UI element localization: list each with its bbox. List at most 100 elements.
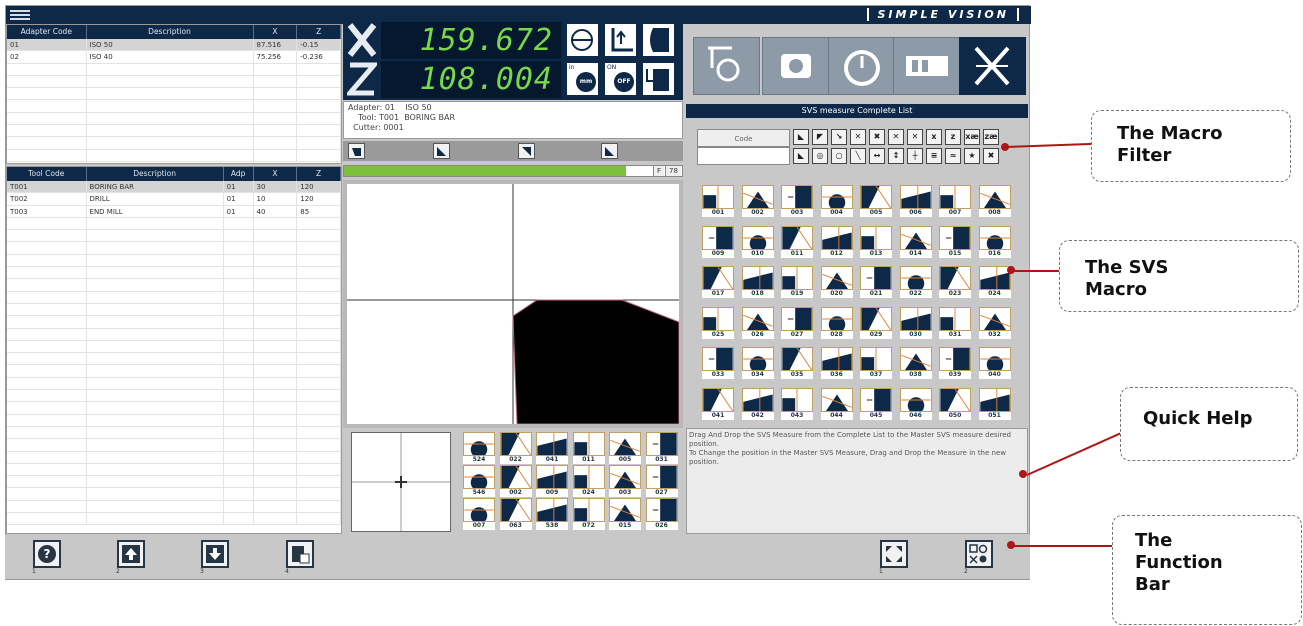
filter-diagonal-icon[interactable]: ╲ bbox=[850, 148, 866, 164]
fullscreen-button[interactable]: 1 bbox=[879, 540, 908, 575]
master-macro-item[interactable]: 063 bbox=[499, 498, 532, 530]
filter-cross-down-icon[interactable]: ✕ bbox=[907, 129, 923, 145]
master-macro-item[interactable]: 002 bbox=[499, 465, 532, 497]
master-macro-item[interactable]: 546 bbox=[463, 465, 495, 497]
svs-macro-item[interactable]: 024 bbox=[978, 266, 1011, 298]
film-category-icon[interactable] bbox=[893, 37, 960, 95]
svs-macro-item[interactable]: 018 bbox=[741, 266, 774, 298]
svs-macro-item[interactable]: 029 bbox=[860, 306, 892, 339]
svs-macro-item[interactable]: 008 bbox=[978, 185, 1011, 217]
svs-macro-item[interactable]: 005 bbox=[860, 185, 892, 217]
filter-tool-icon[interactable]: ◣ bbox=[793, 148, 809, 164]
mini-crosshair-view[interactable] bbox=[351, 432, 451, 532]
camera-category-icon[interactable] bbox=[762, 37, 829, 95]
master-macro-item[interactable]: 041 bbox=[536, 432, 568, 464]
svs-macro-item[interactable]: 002 bbox=[741, 185, 774, 217]
svs-macro-item[interactable]: 050 bbox=[939, 387, 971, 420]
svs-macro-item[interactable]: 004 bbox=[820, 185, 853, 217]
column-header[interactable]: X bbox=[254, 25, 298, 39]
units-toggle-button[interactable]: in mm bbox=[565, 61, 600, 97]
svs-macro-item[interactable]: 025 bbox=[702, 306, 734, 339]
filter-circle-icon[interactable]: ◎ bbox=[812, 148, 828, 164]
filter-steps-icon[interactable]: ≈ bbox=[945, 148, 961, 164]
cutter-2-icon[interactable] bbox=[433, 143, 450, 159]
master-macro-item[interactable]: 007 bbox=[463, 498, 495, 530]
filter-delete-icon[interactable]: ✖ bbox=[983, 148, 999, 164]
filter-star-icon[interactable]: ★ bbox=[964, 148, 980, 164]
master-macro-item[interactable]: 027 bbox=[645, 465, 678, 497]
svs-macro-item[interactable]: 036 bbox=[820, 347, 853, 379]
svs-macro-item[interactable]: 033 bbox=[702, 347, 734, 379]
master-macro-item[interactable]: 026 bbox=[645, 498, 678, 530]
svs-macro-item[interactable]: 012 bbox=[820, 225, 853, 258]
filter-x-icon[interactable]: x bbox=[926, 129, 942, 145]
svs-macro-item[interactable]: 040 bbox=[978, 347, 1011, 379]
svs-macro-item[interactable]: 016 bbox=[978, 225, 1011, 258]
svs-macro-item[interactable]: 041 bbox=[702, 387, 734, 420]
xz-macro-category-icon[interactable] bbox=[959, 37, 1026, 95]
cutter-3-icon[interactable] bbox=[518, 143, 535, 159]
svs-macro-item[interactable]: 034 bbox=[741, 347, 774, 379]
column-header[interactable]: Tool Code bbox=[7, 167, 87, 181]
svs-macro-item[interactable]: 017 bbox=[702, 266, 734, 298]
filter-lines-icon[interactable]: ≡ bbox=[926, 148, 942, 164]
column-header[interactable]: Z bbox=[297, 167, 341, 181]
light-toggle-button[interactable]: ON OFF bbox=[603, 61, 638, 97]
column-header[interactable]: Description bbox=[87, 167, 224, 181]
column-header[interactable]: Z bbox=[297, 25, 341, 39]
filter-cross-right-icon[interactable]: ✕ bbox=[888, 129, 904, 145]
svs-macro-item[interactable]: 043 bbox=[781, 387, 813, 420]
svs-macro-item[interactable]: 001 bbox=[702, 185, 734, 217]
gauge-category-icon[interactable] bbox=[828, 37, 895, 95]
filter-shape-3-icon[interactable]: ↘ bbox=[831, 129, 847, 145]
svs-macro-item[interactable]: 023 bbox=[939, 266, 971, 298]
column-header[interactable]: Adp bbox=[224, 167, 254, 181]
svs-macro-item[interactable]: 015 bbox=[939, 225, 971, 258]
table-row[interactable]: T003 END MILL 01 40 85 bbox=[7, 205, 341, 218]
filter-shape-1-icon[interactable]: ◣ bbox=[793, 129, 809, 145]
reset-zero-button[interactable] bbox=[641, 61, 676, 97]
master-macro-item[interactable]: 005 bbox=[609, 432, 641, 464]
filter-z-icon[interactable]: z bbox=[945, 129, 961, 145]
svs-macro-item[interactable]: 039 bbox=[939, 347, 971, 379]
master-macro-item[interactable]: 031 bbox=[645, 432, 678, 464]
axis-origin-button[interactable] bbox=[603, 22, 638, 58]
svs-macro-item[interactable]: 014 bbox=[899, 225, 932, 258]
table-row[interactable]: T001 BORING BAR 01 30 120 bbox=[7, 181, 341, 194]
svs-macro-item[interactable]: 032 bbox=[978, 306, 1011, 339]
filter-vertical-icon[interactable]: ↕ bbox=[888, 148, 904, 164]
svs-macro-item[interactable]: 038 bbox=[899, 347, 932, 379]
caliper-category-icon[interactable] bbox=[693, 37, 760, 95]
svs-macro-item[interactable]: 022 bbox=[899, 266, 932, 298]
filter-shape-2-icon[interactable]: ◤ bbox=[812, 129, 828, 145]
move-up-button[interactable]: 2 bbox=[116, 540, 145, 575]
camera-view[interactable] bbox=[343, 180, 683, 428]
filter-cross-icon[interactable]: ✕ bbox=[850, 129, 866, 145]
code-filter-input[interactable] bbox=[697, 147, 790, 165]
column-header[interactable]: Adapter Code bbox=[7, 25, 87, 39]
svs-macro-item[interactable]: 044 bbox=[820, 387, 853, 420]
table-row[interactable]: 01 ISO 50 87.516 -0.15 bbox=[7, 39, 341, 52]
cutter-4-icon[interactable] bbox=[601, 143, 618, 159]
svs-macro-item[interactable]: 046 bbox=[899, 387, 932, 420]
master-macro-item[interactable]: 024 bbox=[572, 465, 605, 497]
svs-macro-item[interactable]: 027 bbox=[781, 306, 813, 339]
svs-macro-item[interactable]: 035 bbox=[781, 347, 813, 379]
table-row[interactable]: T002 DRILL 01 10 120 bbox=[7, 193, 341, 206]
help-button[interactable]: ? 1 bbox=[32, 540, 61, 575]
tool-profile-button[interactable] bbox=[641, 22, 676, 58]
filter-horizontal-icon[interactable]: ↔ bbox=[869, 148, 885, 164]
master-macro-item[interactable]: 022 bbox=[499, 432, 532, 464]
master-macro-item[interactable]: 524 bbox=[463, 432, 495, 464]
table-row[interactable]: 02 ISO 40 75.256 -0.236 bbox=[7, 51, 341, 64]
column-header[interactable]: Description bbox=[87, 25, 254, 39]
move-down-button[interactable]: 3 bbox=[200, 540, 229, 575]
master-macro-item[interactable]: 011 bbox=[572, 432, 605, 464]
circle-measure-button[interactable] bbox=[565, 22, 600, 58]
svs-macro-item[interactable]: 045 bbox=[860, 387, 892, 420]
svs-macro-item[interactable]: 006 bbox=[899, 185, 932, 217]
settings-button[interactable]: 2 bbox=[964, 540, 993, 575]
master-macro-item[interactable]: 538 bbox=[536, 498, 568, 530]
svs-macro-item[interactable]: 042 bbox=[741, 387, 774, 420]
filter-cross-diag-icon[interactable]: ✖ bbox=[869, 129, 885, 145]
